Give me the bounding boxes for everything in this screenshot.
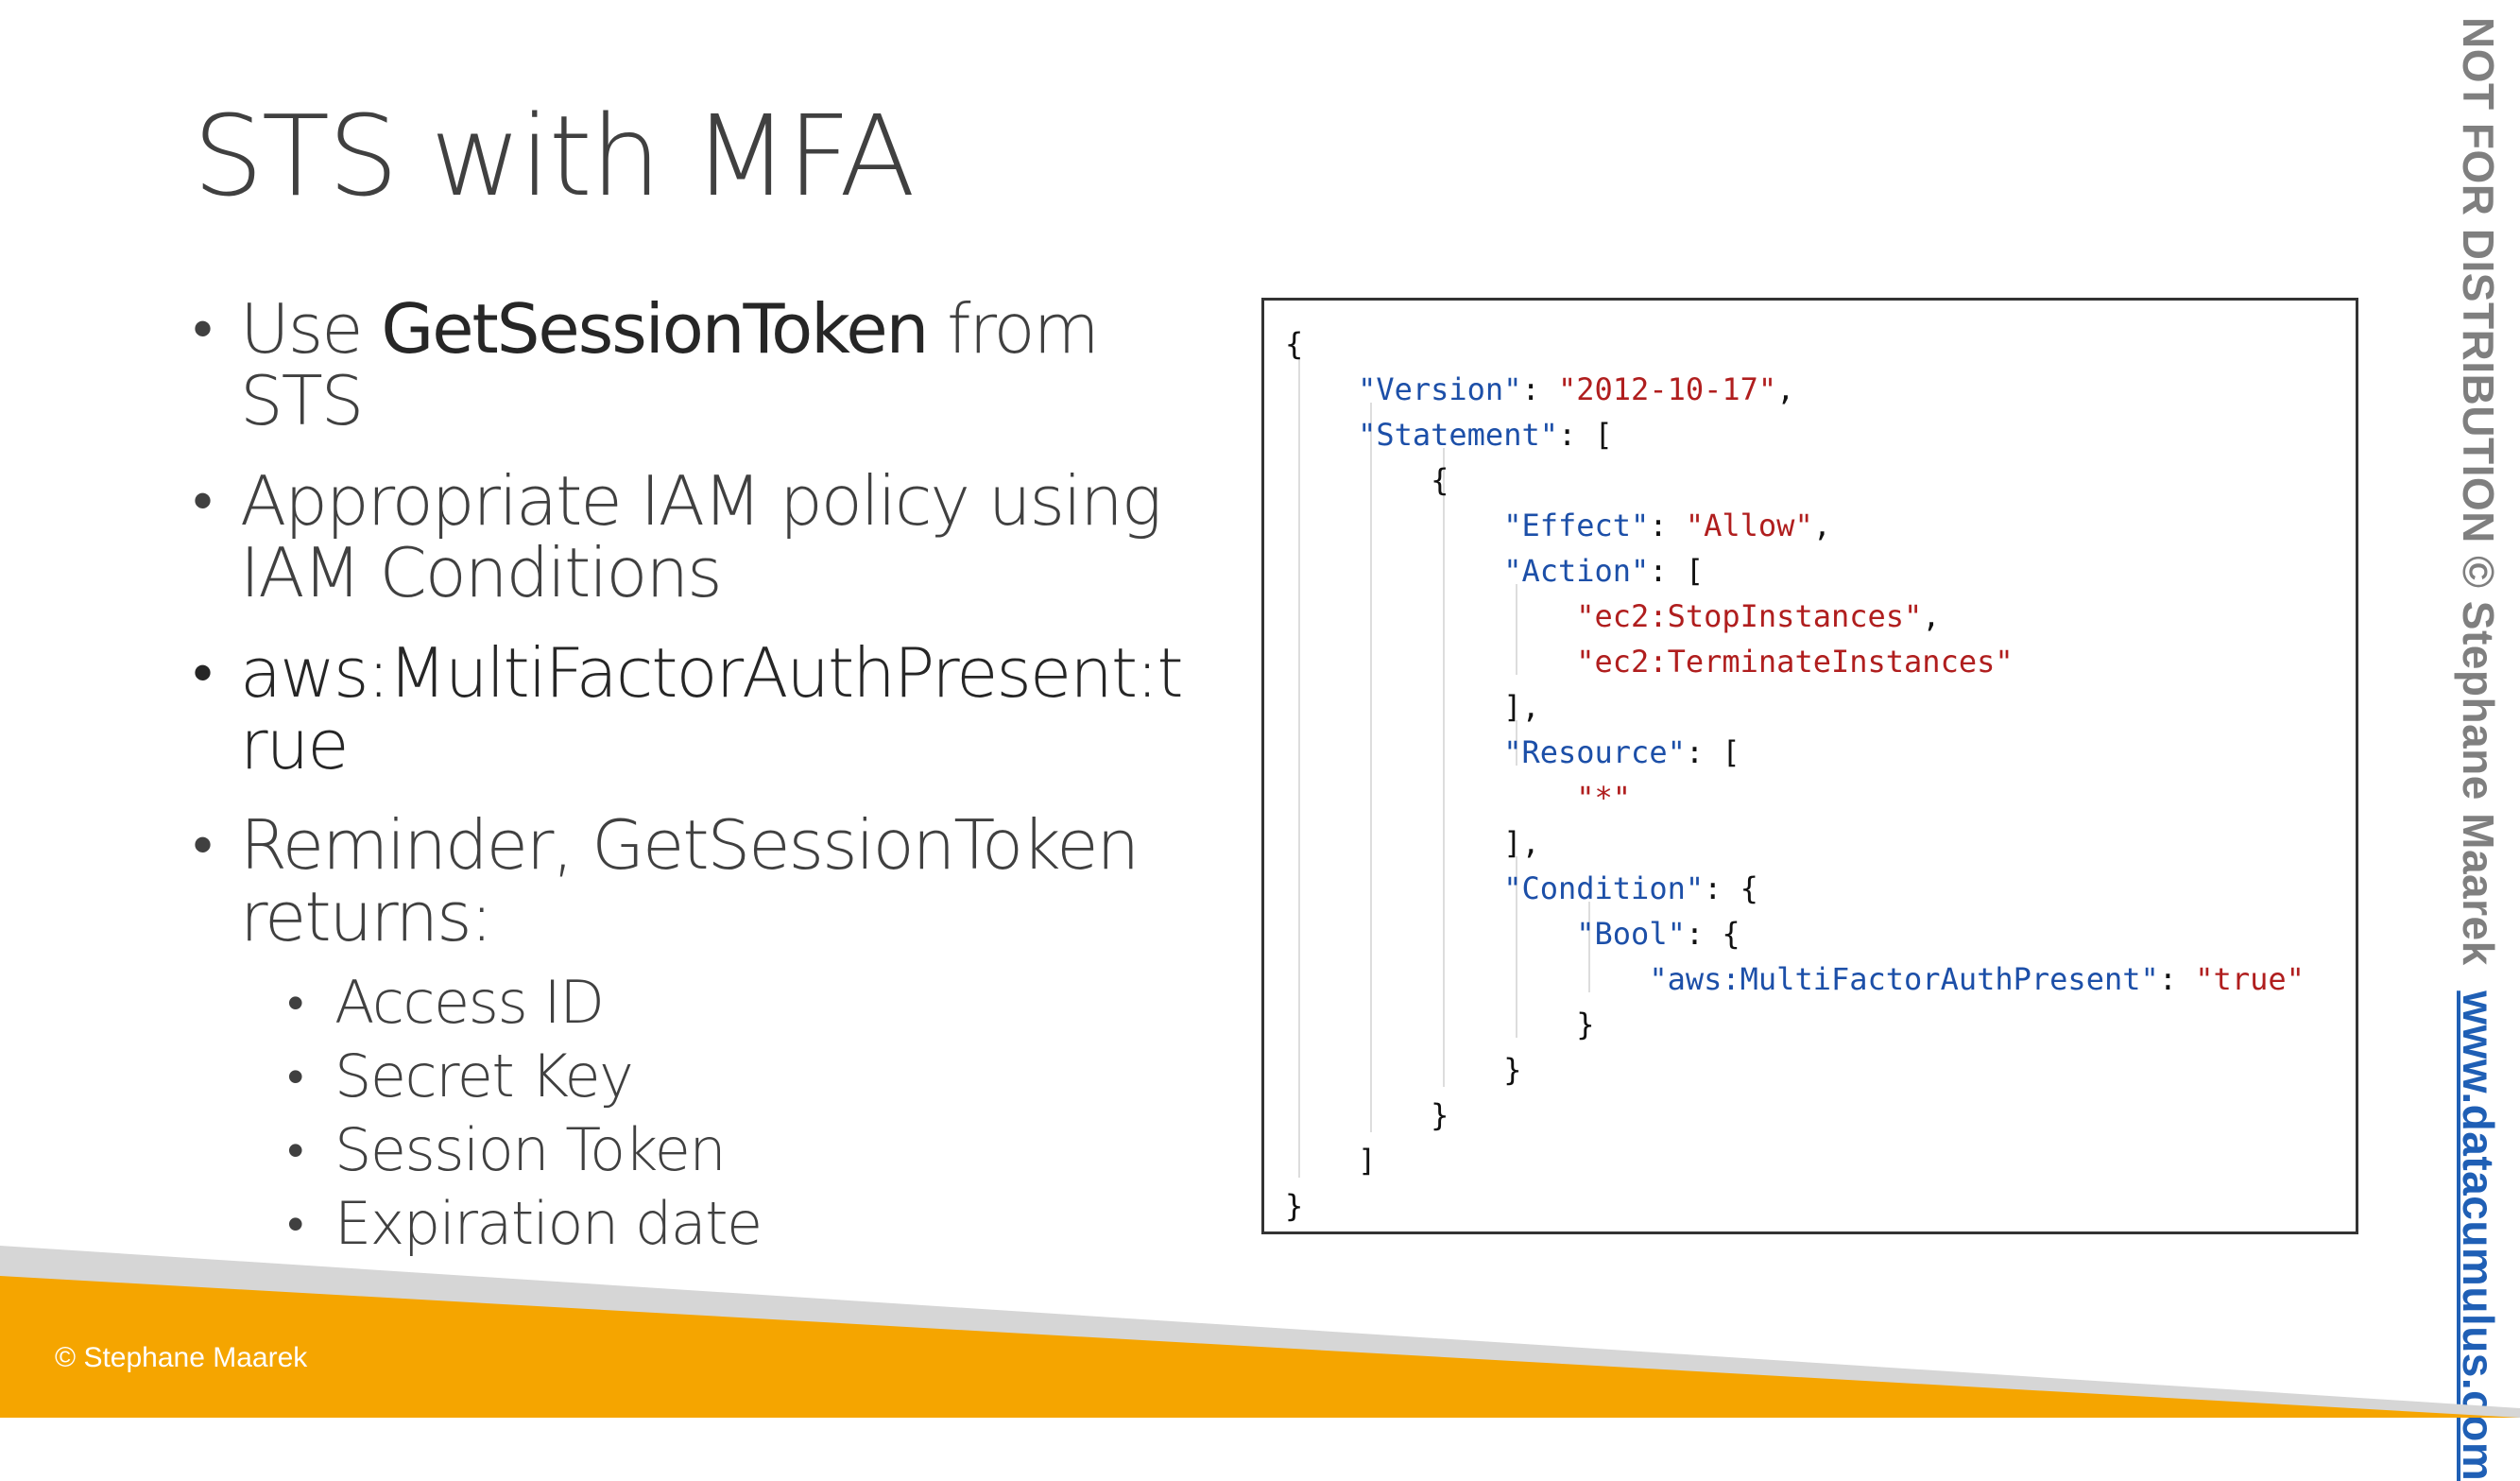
json-string: "Allow": [1685, 508, 1813, 543]
bullet-getsessiontoken: Use GetSessionToken from STS: [193, 293, 1194, 437]
json-key: "Action": [1503, 553, 1650, 589]
footer-band: [0, 1246, 2520, 1418]
json-string: "2012-10-17": [1557, 371, 1777, 407]
policy-json: { "Version": "2012-10-17", "Statement": …: [1285, 326, 2305, 1224]
json-key: "Resource": [1503, 734, 1686, 770]
slide-title: STS with MFA: [193, 91, 916, 221]
json-key: "Version": [1358, 371, 1522, 407]
json-key: "Bool": [1576, 916, 1686, 952]
bullet-list: Use GetSessionToken from STS Appropriate…: [193, 293, 1194, 1261]
watermark-text: NOT FOR DISTRIBUTION © Stephane Maarek: [2454, 17, 2503, 966]
json-key: "aws:MultiFactorAuthPresent": [1649, 961, 2159, 997]
distribution-watermark: NOT FOR DISTRIBUTION © Stephane Maarek w…: [2454, 17, 2504, 1481]
json-key: "Condition": [1503, 870, 1705, 906]
json-key: "Statement": [1358, 417, 1558, 453]
bullet-mfa-condition: aws:MultiFactorAuthPresent:true: [193, 637, 1194, 781]
sub-bullet-access-id: Access ID: [287, 966, 1194, 1040]
json-string: "*": [1576, 780, 1632, 816]
bullet-reminder: Reminder, GetSessionToken returns:: [193, 809, 1194, 953]
json-key: "Effect": [1503, 508, 1650, 543]
bullet-text: Use: [240, 289, 382, 369]
footer-orange-band: [0, 1276, 2520, 1418]
json-string: "ec2:StopInstances": [1576, 598, 1923, 634]
sub-bullet-secret-key: Secret Key: [287, 1040, 1194, 1113]
sub-bullet-session-token: Session Token: [287, 1113, 1194, 1187]
sub-bullet-list: Access ID Secret Key Session Token Expir…: [193, 966, 1194, 1261]
json-string: "ec2:TerminateInstances": [1576, 644, 2014, 680]
footer-copyright: © Stephane Maarek: [55, 1342, 308, 1373]
bullet-strong-text: GetSessionToken: [381, 289, 929, 369]
json-string: "true": [2195, 961, 2305, 997]
bullet-iam-policy: Appropriate IAM policy using IAM Conditi…: [193, 465, 1194, 609]
policy-code-box: { "Version": "2012-10-17", "Statement": …: [1261, 298, 2358, 1234]
